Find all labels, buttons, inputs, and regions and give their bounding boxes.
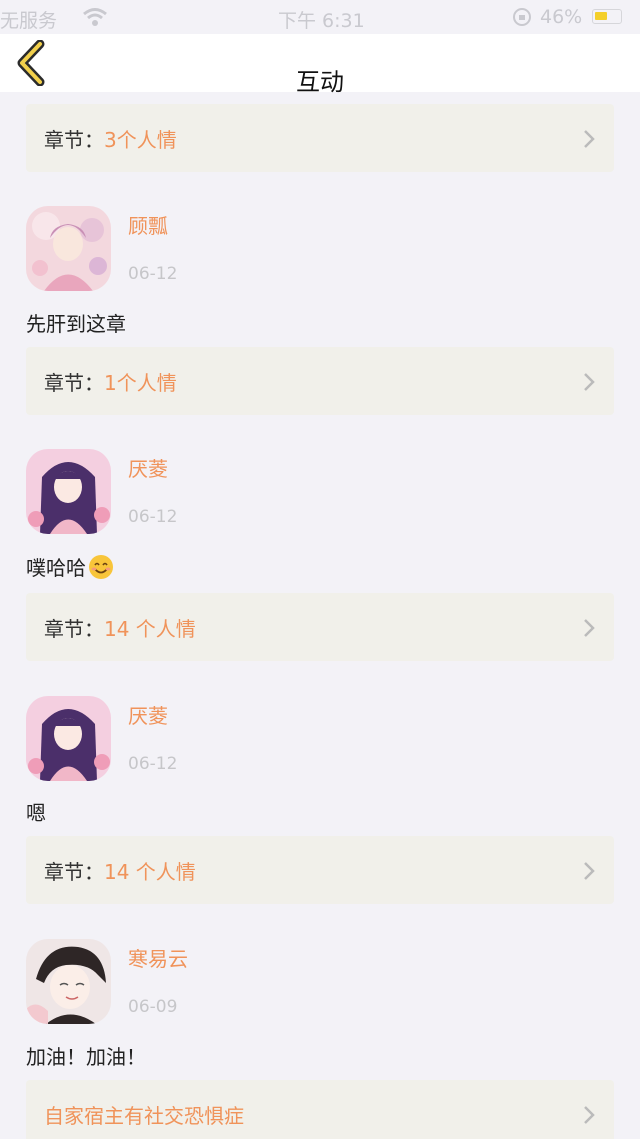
avatar-image (26, 206, 111, 291)
chapter-card[interactable]: 章节：14 个人情 (26, 593, 614, 661)
carrier-label: 无服务 (0, 10, 58, 32)
chapter-card[interactable]: 章节：14 个人情 (26, 836, 614, 904)
chevron-right-icon (584, 130, 595, 148)
book-title: 自家宿主有社交恐惧症 (44, 1100, 244, 1129)
comment-text: 嗯 (26, 801, 46, 825)
commenter-name[interactable]: 厌菱 (128, 453, 168, 482)
chapter-card[interactable]: 章节：1个人情 (26, 347, 614, 415)
chapter-prefix: 章节： (44, 128, 104, 152)
chapter-label: 章节：14 个人情 (44, 613, 196, 642)
chapter-value: 1个人情 (104, 371, 177, 395)
chapter-prefix: 章节： (44, 860, 104, 884)
navigation-bar: 互动 (0, 34, 640, 96)
avatar-image (26, 696, 111, 781)
chapter-prefix: 章节： (44, 371, 104, 395)
chevron-right-icon (584, 373, 595, 391)
chapter-card[interactable]: 章节：3个人情 (26, 104, 614, 172)
chapter-label: 章节：1个人情 (44, 367, 177, 396)
interaction-list: 章节：3个人情 顾瓢 06-12 先肝到这章 章节：1个人情 厌菱 06-12 … (0, 92, 640, 1139)
chapter-label: 章节：3个人情 (44, 124, 177, 153)
avatar-image (26, 939, 111, 1024)
comment-date: 06-12 (128, 264, 178, 284)
smiling-face-emoji-icon (89, 555, 113, 579)
commenter-name[interactable]: 寒易云 (128, 943, 188, 972)
book-title-text: 自家宿主有社交恐惧症 (44, 1104, 244, 1128)
chapter-value: 14 个人情 (104, 617, 196, 641)
wifi-icon (83, 8, 107, 26)
battery-percentage: 46% (540, 6, 583, 28)
avatar[interactable] (26, 449, 111, 534)
status-bar: 无服务 下午 6:31 46% (0, 0, 640, 34)
rotation-lock-icon (513, 8, 531, 26)
comment-text: 噗哈哈 (26, 552, 114, 581)
comment-date: 06-09 (128, 997, 178, 1017)
status-time: 下午 6:31 (278, 10, 365, 32)
battery-icon (592, 9, 622, 24)
avatar[interactable] (26, 206, 111, 291)
book-card[interactable]: 自家宿主有社交恐惧症 (26, 1080, 614, 1139)
avatar[interactable] (26, 696, 111, 781)
chevron-right-icon (584, 1106, 595, 1124)
chapter-value: 3个人情 (104, 128, 177, 152)
comment-date: 06-12 (128, 754, 178, 774)
chapter-prefix: 章节： (44, 617, 104, 641)
comment-text: 加油！加油！ (26, 1045, 146, 1069)
chevron-right-icon (584, 619, 595, 637)
avatar-image (26, 449, 111, 534)
chapter-label: 章节：14 个人情 (44, 856, 196, 885)
chevron-right-icon (584, 862, 595, 880)
commenter-name[interactable]: 厌菱 (128, 700, 168, 729)
commenter-name[interactable]: 顾瓢 (128, 210, 168, 239)
comment-text-content: 噗哈哈 (26, 556, 86, 580)
comment-text: 先肝到这章 (26, 312, 126, 336)
avatar[interactable] (26, 939, 111, 1024)
chapter-value: 14 个人情 (104, 860, 196, 884)
comment-date: 06-12 (128, 507, 178, 527)
